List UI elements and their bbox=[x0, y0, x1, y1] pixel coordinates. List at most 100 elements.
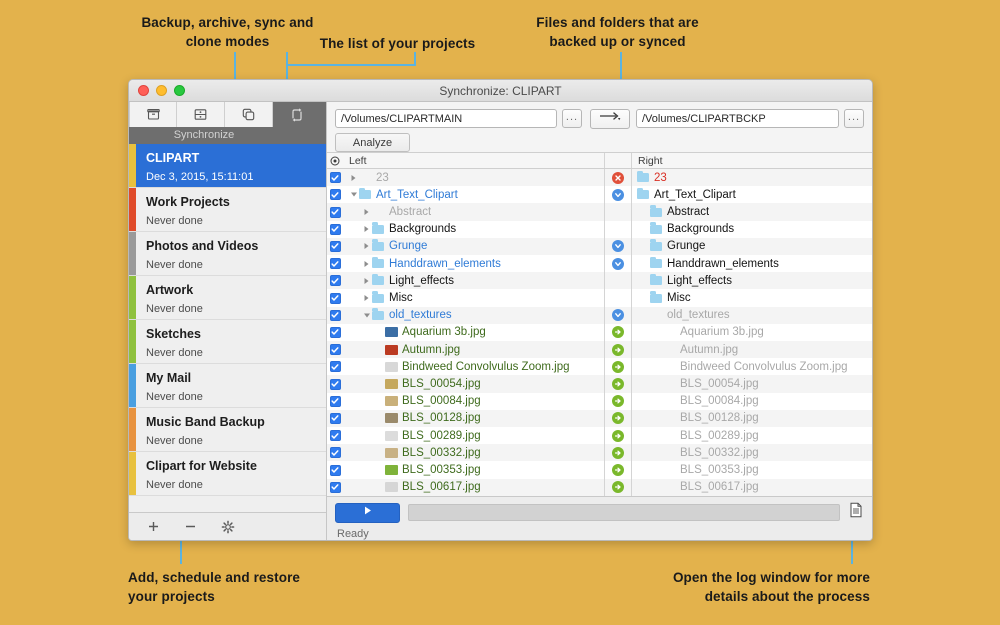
disclosure-triangle[interactable] bbox=[361, 277, 372, 285]
status-cell[interactable] bbox=[605, 324, 631, 341]
right-tree-row[interactable]: Misc bbox=[632, 289, 872, 306]
project-list[interactable]: CLIPART Dec 3, 2015, 15:11:01 Work Proje… bbox=[129, 144, 326, 512]
target-icon[interactable] bbox=[327, 153, 343, 168]
right-tree-row[interactable]: Abstract bbox=[632, 203, 872, 220]
right-tree-row[interactable]: Handdrawn_elements bbox=[632, 255, 872, 272]
row-checkbox[interactable] bbox=[327, 465, 343, 476]
left-tree-row[interactable]: Handdrawn_elements bbox=[327, 255, 604, 272]
left-tree-row[interactable]: BLS_00353.jpg bbox=[327, 461, 604, 478]
right-path-input[interactable]: /Volumes/CLIPARTBCKP bbox=[636, 109, 839, 128]
left-tree-row[interactable]: 23 bbox=[327, 169, 604, 186]
status-error-icon[interactable] bbox=[612, 172, 624, 184]
right-tree-row[interactable]: BLS_00289.jpg bbox=[632, 427, 872, 444]
minimize-button[interactable] bbox=[156, 85, 167, 96]
left-tree-row[interactable]: Aquarium 3b.jpg bbox=[327, 324, 604, 341]
disclosure-triangle[interactable] bbox=[348, 174, 359, 182]
left-tree-row[interactable]: old_textures bbox=[327, 307, 604, 324]
row-checkbox[interactable] bbox=[327, 413, 343, 424]
status-cell[interactable] bbox=[605, 307, 631, 324]
right-tree-row[interactable]: BLS_00332.jpg bbox=[632, 444, 872, 461]
right-tree-row[interactable]: Light_effects bbox=[632, 272, 872, 289]
right-tree-row[interactable]: BLS_00353.jpg bbox=[632, 461, 872, 478]
status-cell[interactable] bbox=[605, 410, 631, 427]
left-tree-row[interactable]: Bindweed Convolvulus Zoom.jpg bbox=[327, 358, 604, 375]
status-descend-icon[interactable] bbox=[612, 309, 624, 321]
right-browse-button[interactable]: ... bbox=[844, 109, 864, 128]
disclosure-triangle[interactable] bbox=[361, 312, 372, 319]
left-tree-row[interactable]: Light_effects bbox=[327, 272, 604, 289]
row-checkbox[interactable] bbox=[327, 172, 343, 183]
disclosure-triangle[interactable] bbox=[361, 208, 372, 216]
project-item[interactable]: Photos and Videos Never done bbox=[129, 232, 326, 276]
row-checkbox[interactable] bbox=[327, 361, 343, 372]
left-browse-button[interactable]: ... bbox=[562, 109, 582, 128]
status-copy-right-icon[interactable] bbox=[612, 326, 624, 338]
status-cell[interactable] bbox=[605, 393, 631, 410]
disclosure-triangle[interactable] bbox=[361, 225, 372, 233]
log-window-button[interactable] bbox=[848, 502, 864, 523]
row-checkbox[interactable] bbox=[327, 344, 343, 355]
status-descend-icon[interactable] bbox=[612, 258, 624, 270]
project-item[interactable]: Music Band Backup Never done bbox=[129, 408, 326, 452]
status-copy-right-icon[interactable] bbox=[612, 430, 624, 442]
project-item[interactable]: Artwork Never done bbox=[129, 276, 326, 320]
right-tree-row[interactable]: BLS_00084.jpg bbox=[632, 393, 872, 410]
left-tree-row[interactable]: BLS_00617.jpg bbox=[327, 479, 604, 496]
status-copy-right-icon[interactable] bbox=[612, 464, 624, 476]
status-cell[interactable] bbox=[605, 341, 631, 358]
sync-mode-button[interactable] bbox=[273, 102, 321, 127]
row-checkbox[interactable] bbox=[327, 310, 343, 321]
right-tree-row[interactable]: BLS_00128.jpg bbox=[632, 410, 872, 427]
run-button[interactable] bbox=[335, 503, 400, 523]
row-checkbox[interactable] bbox=[327, 379, 343, 390]
right-column-header[interactable]: Right bbox=[632, 153, 872, 168]
project-item[interactable]: CLIPART Dec 3, 2015, 15:11:01 bbox=[129, 144, 326, 188]
backup-mode-button[interactable] bbox=[129, 102, 177, 127]
status-descend-icon[interactable] bbox=[612, 189, 624, 201]
right-tree-row[interactable]: BLS_00054.jpg bbox=[632, 375, 872, 392]
disclosure-triangle[interactable] bbox=[348, 191, 359, 198]
disclosure-triangle[interactable] bbox=[361, 242, 372, 250]
row-checkbox[interactable] bbox=[327, 207, 343, 218]
status-copy-right-icon[interactable] bbox=[612, 395, 624, 407]
left-tree-row[interactable]: Autumn.jpg bbox=[327, 341, 604, 358]
left-tree-row[interactable]: BLS_00332.jpg bbox=[327, 444, 604, 461]
status-copy-right-icon[interactable] bbox=[612, 412, 624, 424]
left-tree-row[interactable]: BLS_00289.jpg bbox=[327, 427, 604, 444]
left-path-input[interactable]: /Volumes/CLIPARTMAIN bbox=[335, 109, 557, 128]
archive-mode-button[interactable] bbox=[177, 102, 225, 127]
right-file-tree[interactable]: 23Art_Text_ClipartAbstractBackgroundsGru… bbox=[632, 169, 872, 496]
status-cell[interactable] bbox=[605, 238, 631, 255]
row-checkbox[interactable] bbox=[327, 189, 343, 200]
row-checkbox[interactable] bbox=[327, 327, 343, 338]
left-tree-row[interactable]: BLS_00084.jpg bbox=[327, 393, 604, 410]
window-titlebar[interactable]: Synchronize: CLIPART bbox=[129, 80, 872, 102]
status-copy-right-icon[interactable] bbox=[612, 481, 624, 493]
right-tree-row[interactable]: BLS_00617.jpg bbox=[632, 479, 872, 496]
left-tree-row[interactable]: Art_Text_Clipart bbox=[327, 186, 604, 203]
right-tree-row[interactable]: Art_Text_Clipart bbox=[632, 186, 872, 203]
right-tree-row[interactable]: Bindweed Convolvulus Zoom.jpg bbox=[632, 358, 872, 375]
left-column-header[interactable]: Left bbox=[343, 153, 605, 168]
status-cell[interactable] bbox=[605, 186, 631, 203]
right-tree-row[interactable]: Autumn.jpg bbox=[632, 341, 872, 358]
row-checkbox[interactable] bbox=[327, 275, 343, 286]
row-checkbox[interactable] bbox=[327, 396, 343, 407]
direction-button[interactable] bbox=[590, 109, 630, 129]
disclosure-triangle[interactable] bbox=[361, 260, 372, 268]
remove-project-button[interactable] bbox=[184, 520, 197, 533]
clone-mode-button[interactable] bbox=[225, 102, 273, 127]
project-item[interactable]: Work Projects Never done bbox=[129, 188, 326, 232]
close-button[interactable] bbox=[138, 85, 149, 96]
status-cell[interactable] bbox=[605, 375, 631, 392]
left-tree-row[interactable]: Backgrounds bbox=[327, 221, 604, 238]
right-tree-row[interactable]: old_textures bbox=[632, 307, 872, 324]
status-descend-icon[interactable] bbox=[612, 240, 624, 252]
left-tree-row[interactable]: Abstract bbox=[327, 203, 604, 220]
left-tree-row[interactable]: Grunge bbox=[327, 238, 604, 255]
status-cell[interactable] bbox=[605, 461, 631, 478]
status-copy-right-icon[interactable] bbox=[612, 344, 624, 356]
left-tree-row[interactable]: BLS_00128.jpg bbox=[327, 410, 604, 427]
row-checkbox[interactable] bbox=[327, 241, 343, 252]
row-checkbox[interactable] bbox=[327, 293, 343, 304]
